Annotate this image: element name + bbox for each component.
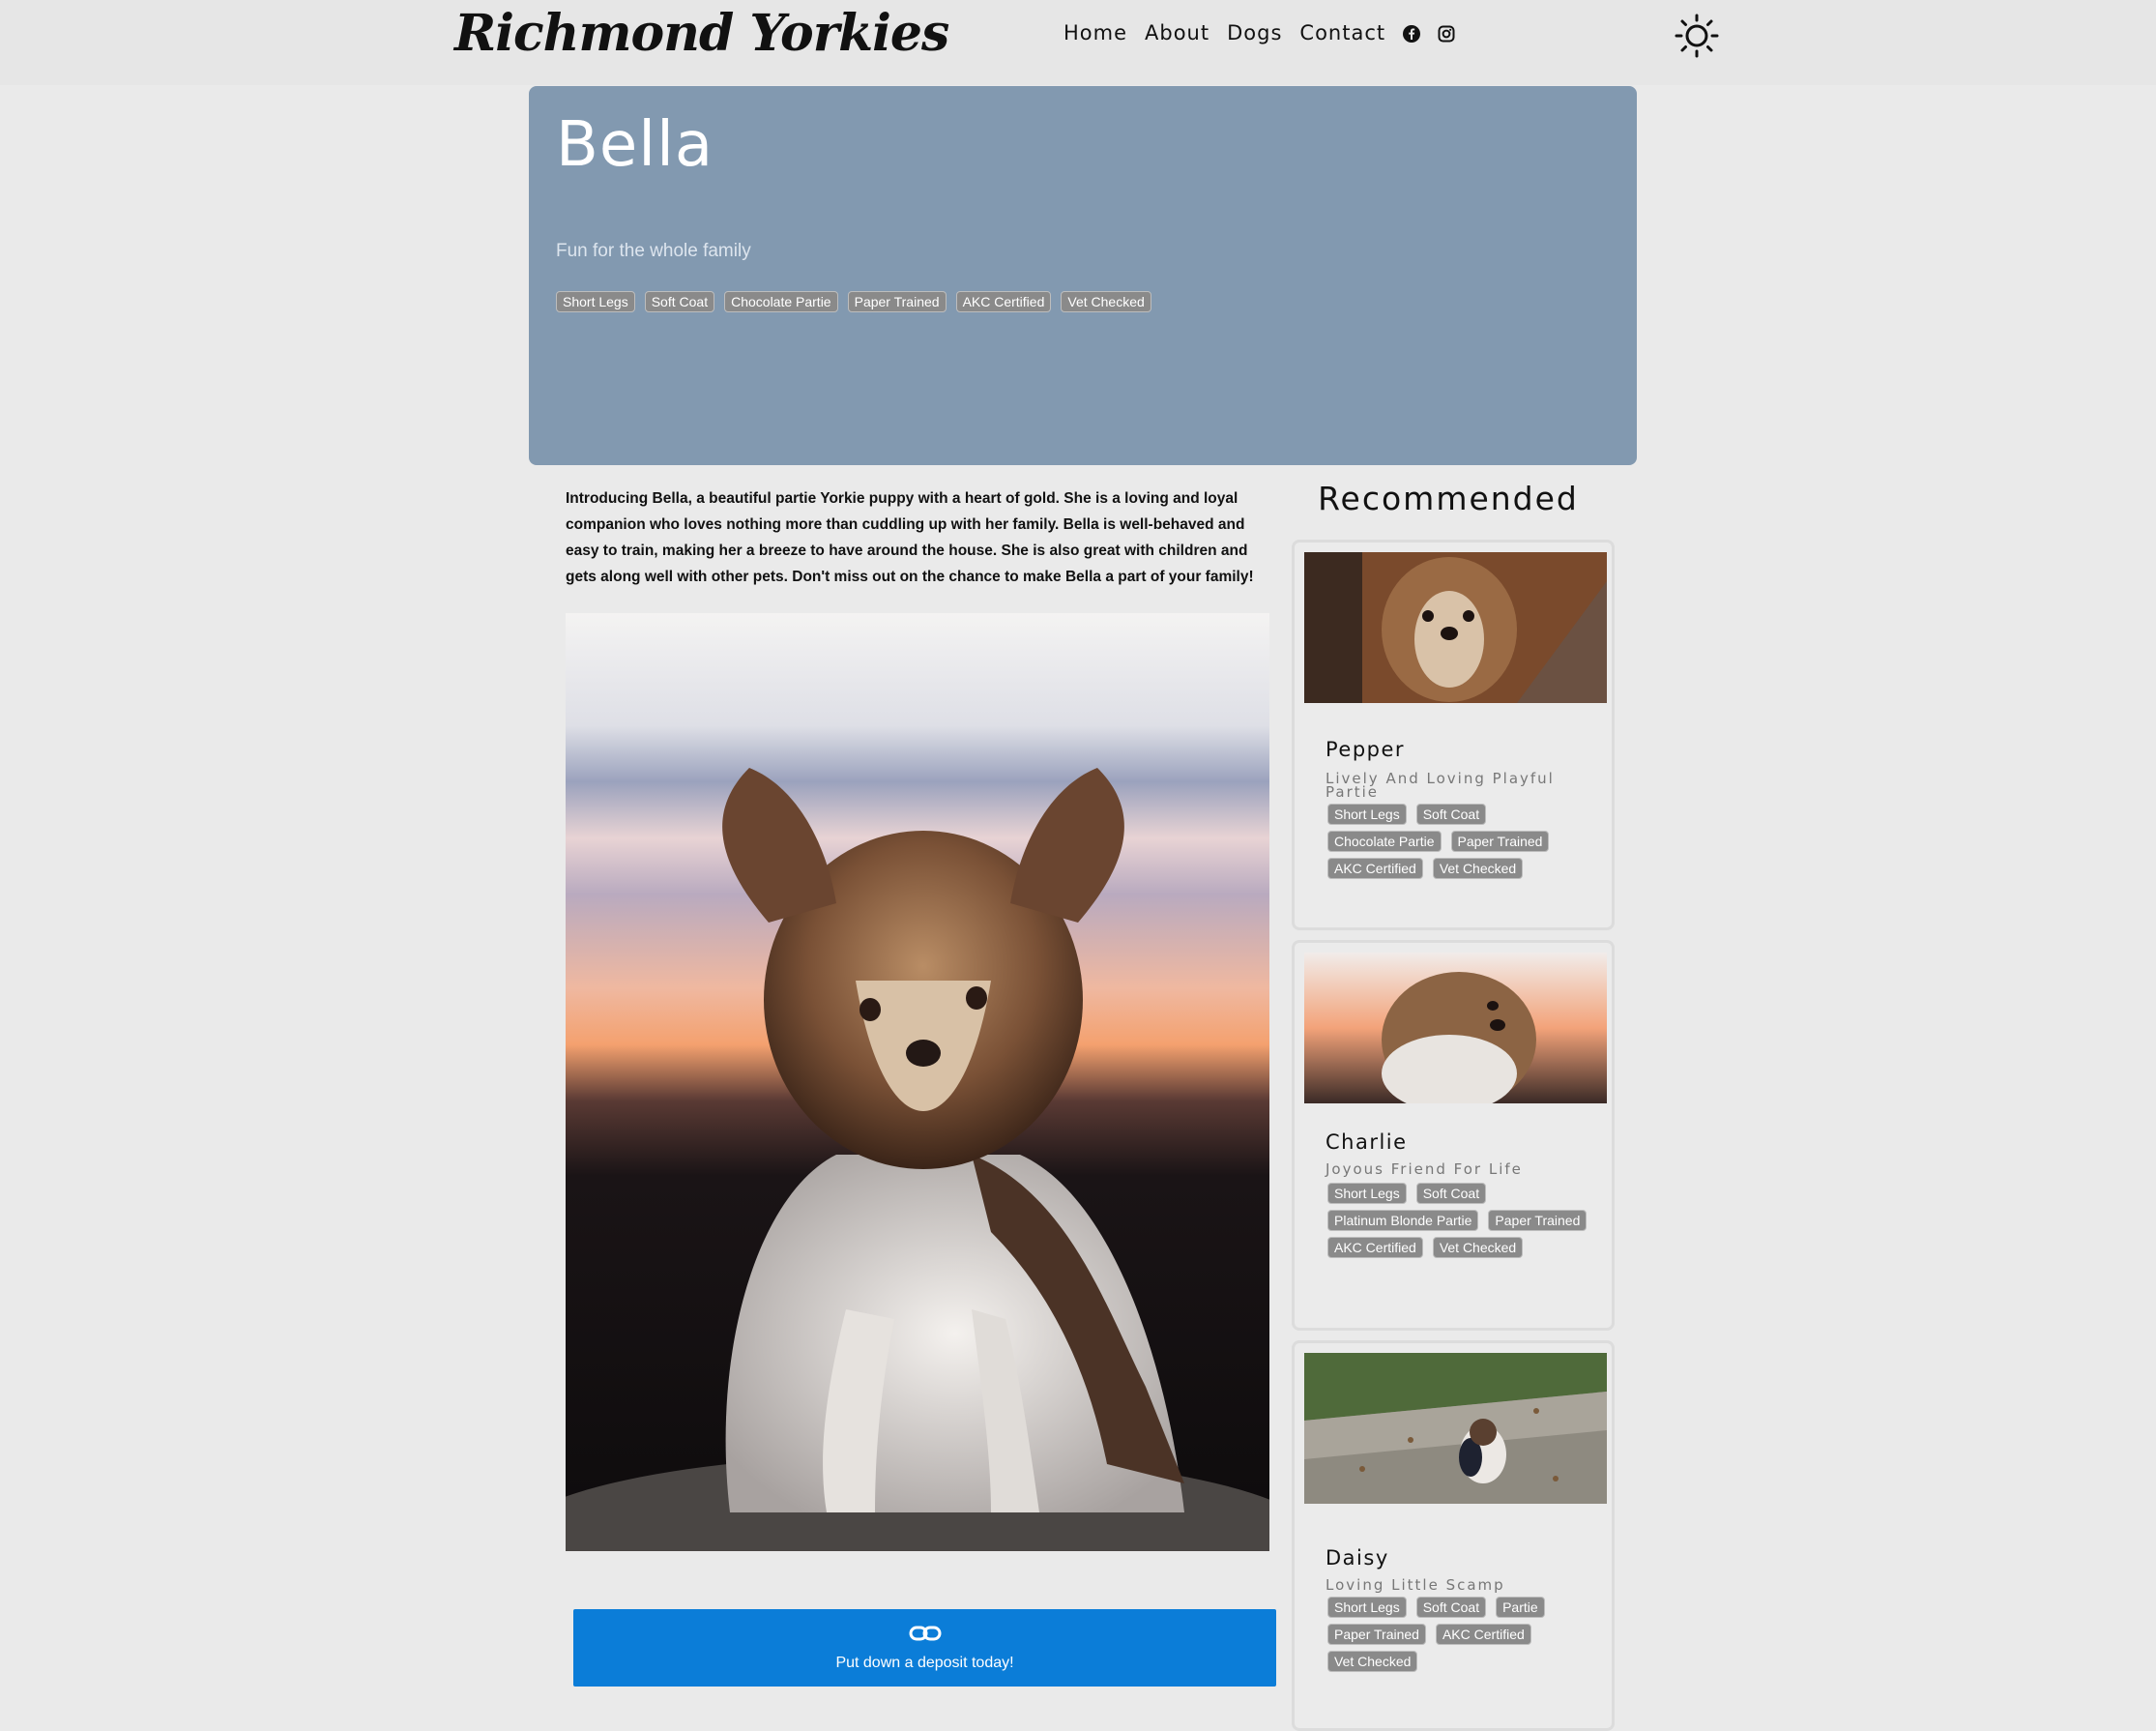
- navbar: Richmond Yorkies Home About Dogs Contact: [0, 0, 2156, 85]
- tag-badge: Short Legs: [1327, 1597, 1407, 1618]
- tag-badge: Short Legs: [1327, 1183, 1407, 1204]
- nav-about-link[interactable]: About: [1145, 21, 1209, 44]
- tag-badge: Platinum Blonde Partie: [1327, 1210, 1479, 1231]
- dog-tags: Short Legs Soft Coat Platinum Blonde Par…: [1327, 1183, 1588, 1258]
- sun-icon[interactable]: [1673, 12, 1721, 60]
- recommended-dog-card[interactable]: Pepper Lively And Loving Playful Partie …: [1292, 540, 1615, 930]
- recommended-dog-card[interactable]: Daisy Loving Little Scamp Short Legs Sof…: [1292, 1340, 1615, 1731]
- tag-badge: Short Legs: [556, 291, 635, 312]
- dog-thumbnail[interactable]: [1304, 552, 1607, 703]
- nav-dogs-link[interactable]: Dogs: [1227, 21, 1282, 44]
- tag-badge: Paper Trained: [847, 291, 947, 312]
- instagram-icon[interactable]: [1438, 24, 1455, 43]
- dog-name[interactable]: Daisy: [1326, 1546, 1389, 1570]
- dog-tagline: Loving Little Scamp: [1326, 1576, 1505, 1594]
- dog-photo: [566, 613, 1269, 1551]
- brand-logo[interactable]: Richmond Yorkies: [454, 4, 949, 63]
- dog-name[interactable]: Pepper: [1326, 738, 1405, 761]
- tag-badge: Chocolate Partie: [724, 291, 838, 312]
- tag-badge: Soft Coat: [1415, 1597, 1487, 1618]
- dog-tagline: Joyous Friend For Life: [1326, 1160, 1523, 1178]
- deposit-button[interactable]: Put down a deposit today!: [573, 1609, 1276, 1687]
- tag-badge: Soft Coat: [644, 291, 715, 312]
- dog-tags: Short Legs Soft Coat Partie Paper Traine…: [1327, 1597, 1588, 1672]
- link-icon: [909, 1625, 942, 1647]
- tag-badge: AKC Certified: [1327, 1237, 1423, 1258]
- tag-badge: Vet Checked: [1432, 1237, 1524, 1258]
- hero-tags: Short Legs Soft Coat Chocolate Partie Pa…: [556, 291, 1151, 312]
- dog-thumbnail[interactable]: [1304, 953, 1607, 1103]
- nav-home-link[interactable]: Home: [1063, 21, 1127, 44]
- tag-badge: Paper Trained: [1450, 831, 1550, 852]
- tag-badge: Paper Trained: [1488, 1210, 1588, 1231]
- tag-badge: AKC Certified: [1435, 1624, 1531, 1645]
- tag-badge: Vet Checked: [1061, 291, 1151, 312]
- tag-badge: Soft Coat: [1415, 1183, 1487, 1204]
- tag-badge: Short Legs: [1327, 804, 1407, 825]
- tag-badge: Chocolate Partie: [1327, 831, 1442, 852]
- dog-thumbnail[interactable]: [1304, 1353, 1607, 1504]
- deposit-button-label: Put down a deposit today!: [835, 1654, 1014, 1671]
- recommended-heading: Recommended: [1318, 480, 1579, 517]
- hero-banner: Bella Fun for the whole family Short Leg…: [529, 86, 1637, 465]
- dog-tags: Short Legs Soft Coat Chocolate Partie Pa…: [1327, 804, 1588, 879]
- nav-links: Home About Dogs Contact: [1063, 21, 1455, 44]
- facebook-icon[interactable]: [1403, 24, 1421, 43]
- tag-badge: Partie: [1496, 1597, 1545, 1618]
- dog-subtitle: Fun for the whole family: [556, 241, 751, 261]
- tag-badge: Soft Coat: [1415, 804, 1487, 825]
- dog-description: Introducing Bella, a beautiful partie Yo…: [566, 490, 1254, 585]
- dog-name[interactable]: Charlie: [1326, 1130, 1408, 1154]
- tag-badge: AKC Certified: [1327, 858, 1423, 879]
- nav-contact-link[interactable]: Contact: [1299, 21, 1385, 44]
- tag-badge: Vet Checked: [1327, 1651, 1418, 1672]
- tag-badge: Vet Checked: [1432, 858, 1524, 879]
- tag-badge: AKC Certified: [955, 291, 1052, 312]
- dog-name-title: Bella: [556, 109, 714, 181]
- tag-badge: Paper Trained: [1327, 1624, 1426, 1645]
- dog-tagline: Lively And Loving Playful Partie: [1326, 770, 1555, 801]
- recommended-dog-card[interactable]: Charlie Joyous Friend For Life Short Leg…: [1292, 940, 1615, 1331]
